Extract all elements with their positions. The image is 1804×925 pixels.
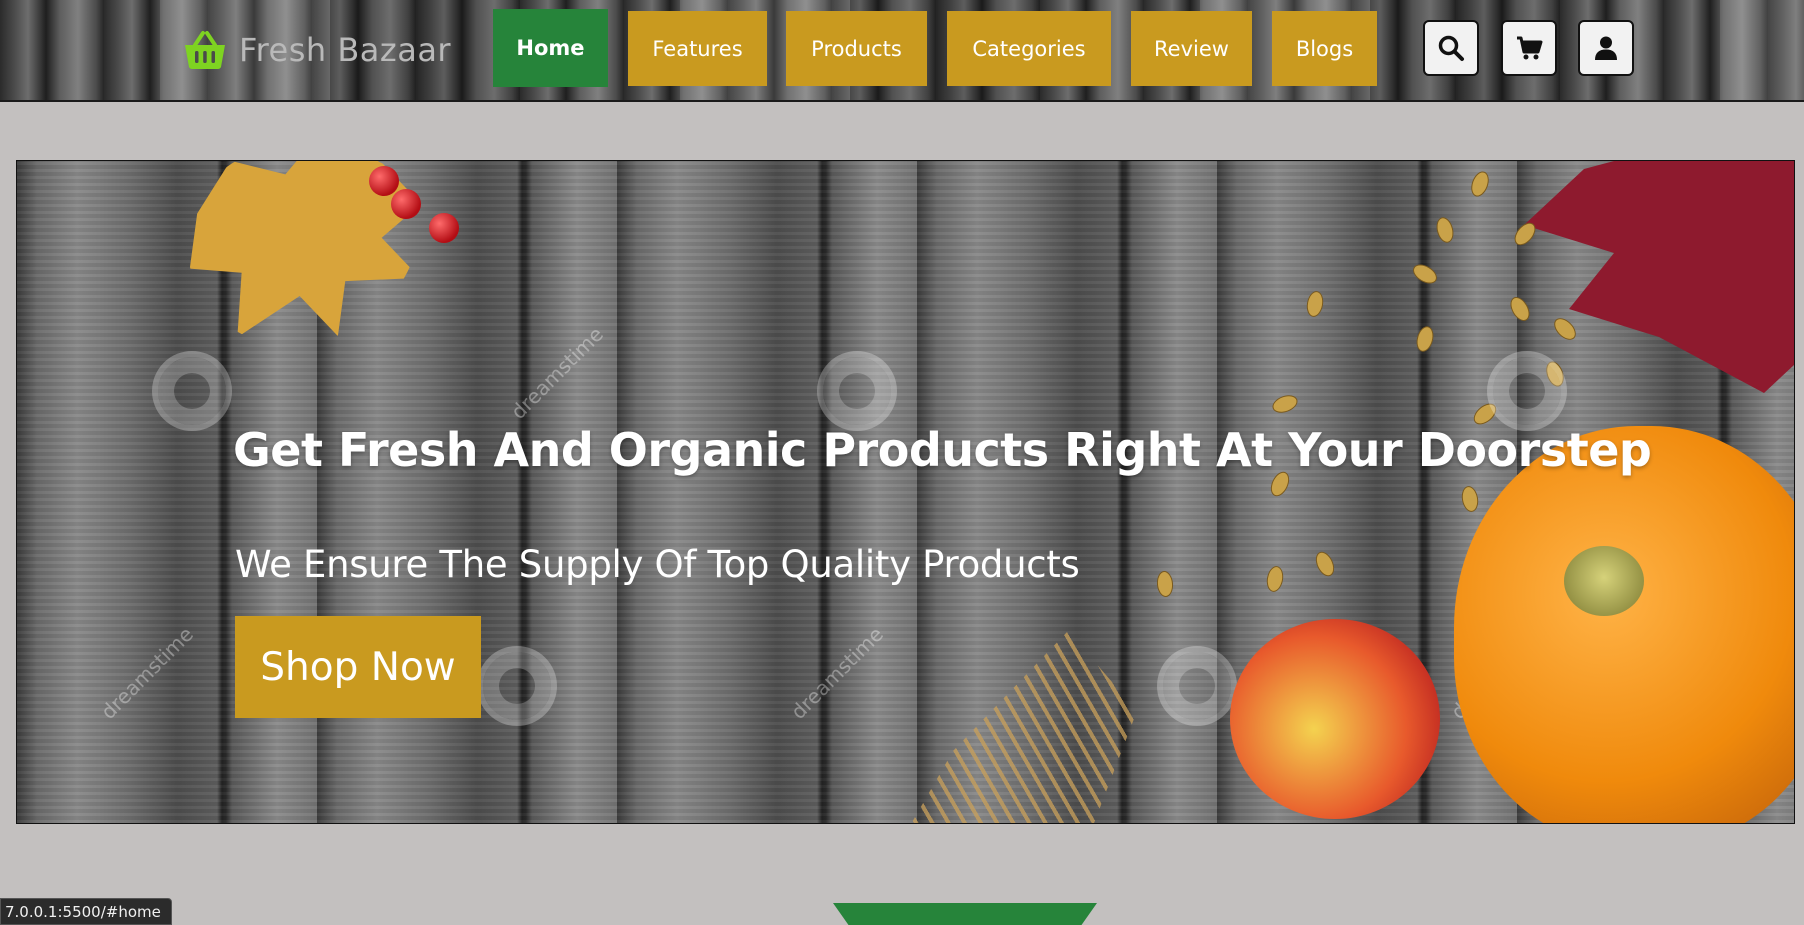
watermark-text: dreamstime: [96, 622, 199, 724]
decor-seed: [1304, 289, 1326, 319]
watermark-swirl: [477, 646, 557, 726]
status-bar-url: 7.0.0.1:5500/#home: [0, 898, 172, 925]
cart-icon: [1517, 36, 1543, 60]
account-button[interactable]: [1578, 20, 1634, 76]
decor-seed: [1468, 169, 1492, 199]
decor-seed: [1264, 564, 1286, 594]
watermark-text: dreamstime: [786, 622, 889, 724]
search-button[interactable]: [1423, 20, 1479, 76]
hero-banner: dreamstime dreamstime dreamstime dreamst…: [16, 160, 1795, 824]
site-header: Fresh Bazaar Home Features Products Cate…: [0, 0, 1804, 102]
nav-blogs[interactable]: Blogs: [1272, 11, 1377, 86]
decor-wheat: [907, 631, 1137, 823]
watermark-swirl: [817, 351, 897, 431]
decor-seed: [1459, 484, 1481, 514]
watermark-swirl: [1157, 646, 1237, 726]
decor-berry: [369, 166, 399, 196]
watermark-swirl: [152, 351, 232, 431]
decor-seed: [1433, 215, 1457, 245]
nav-features[interactable]: Features: [628, 11, 767, 86]
decor-seed: [1270, 392, 1300, 416]
watermark-swirl: [1487, 351, 1567, 431]
nav-categories[interactable]: Categories: [947, 11, 1111, 86]
nav-home[interactable]: Home: [493, 9, 608, 87]
decor-seed: [1312, 548, 1338, 580]
hero-title: Get Fresh And Organic Products Right At …: [233, 423, 1652, 477]
watermark-text: dreamstime: [506, 322, 609, 424]
decor-berry: [429, 213, 459, 243]
decor-seed: [1506, 293, 1534, 325]
decor-seed: [1155, 570, 1175, 598]
basket-icon: [185, 31, 225, 69]
hero-subtitle: We Ensure The Supply Of Top Quality Prod…: [235, 543, 1080, 586]
decor-pumpkin-stem: [1564, 546, 1644, 616]
decor-seed: [1409, 260, 1441, 288]
nav-products[interactable]: Products: [786, 11, 927, 86]
site-logo[interactable]: Fresh Bazaar: [183, 26, 451, 74]
logo-text: Fresh Bazaar: [239, 31, 452, 69]
decor-apple: [1230, 619, 1440, 819]
next-section-tab: [833, 903, 1097, 925]
decor-seed: [1550, 314, 1580, 344]
decor-berry: [391, 189, 421, 219]
shop-now-button[interactable]: Shop Now: [235, 616, 481, 718]
user-icon: [1595, 36, 1617, 60]
decor-pumpkin: [1454, 426, 1794, 823]
decor-seed: [1413, 324, 1437, 354]
nav-review[interactable]: Review: [1131, 11, 1252, 86]
cart-button[interactable]: [1501, 20, 1557, 76]
search-icon: [1438, 35, 1464, 61]
